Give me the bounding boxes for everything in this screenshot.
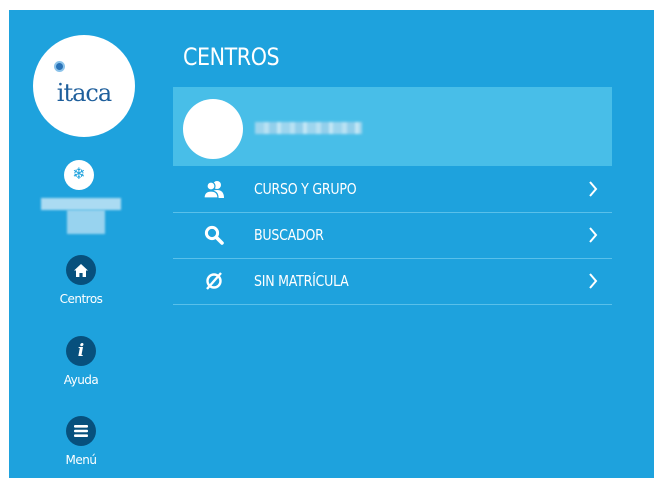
menu-list: CURSO Y GRUPO BUSCADOR SIN MATRÍCULA [173, 167, 612, 305]
menu-item-buscador[interactable]: BUSCADOR [173, 213, 612, 259]
menu-item-label: SIN MATRÍCULA [254, 272, 349, 290]
sidebar-item-label: Centros [59, 292, 103, 306]
avatar [183, 99, 243, 159]
sidebar-item-ayuda[interactable]: i Ayuda [44, 336, 118, 387]
info-icon: i [66, 336, 96, 366]
logo-text: itaca [56, 79, 112, 107]
empty-set-icon [203, 270, 225, 292]
menu-item-label: CURSO Y GRUPO [254, 180, 357, 198]
chevron-right-icon [589, 181, 598, 197]
home-icon [66, 255, 96, 285]
center-name-blurred [255, 122, 362, 134]
menu-item-sin-matricula[interactable]: SIN MATRÍCULA [173, 259, 612, 305]
sidebar-item-label: Menú [65, 453, 97, 467]
users-icon [203, 178, 225, 200]
menu-item-curso-y-grupo[interactable]: CURSO Y GRUPO [173, 167, 612, 213]
user-detail-blurred [67, 210, 105, 234]
sidebar-item-menu[interactable]: Menú [44, 416, 118, 467]
search-icon [203, 224, 225, 246]
user-snowflake-icon[interactable]: ❄ [64, 160, 94, 190]
center-card[interactable] [173, 87, 612, 166]
chevron-right-icon [589, 273, 598, 289]
menu-item-label: BUSCADOR [254, 226, 324, 244]
itaca-logo[interactable]: itaca [33, 35, 135, 137]
app-window: itaca ❄ Centros i Ayuda Menú CENTROS CUR… [9, 10, 654, 478]
sidebar-item-centros[interactable]: Centros [44, 255, 118, 306]
chevron-right-icon [589, 227, 598, 243]
page-title: CENTROS [183, 43, 280, 71]
logo-globe-icon [54, 61, 65, 72]
user-name-blurred [41, 198, 121, 210]
menu-icon [66, 416, 96, 446]
sidebar-item-label: Ayuda [63, 373, 99, 387]
